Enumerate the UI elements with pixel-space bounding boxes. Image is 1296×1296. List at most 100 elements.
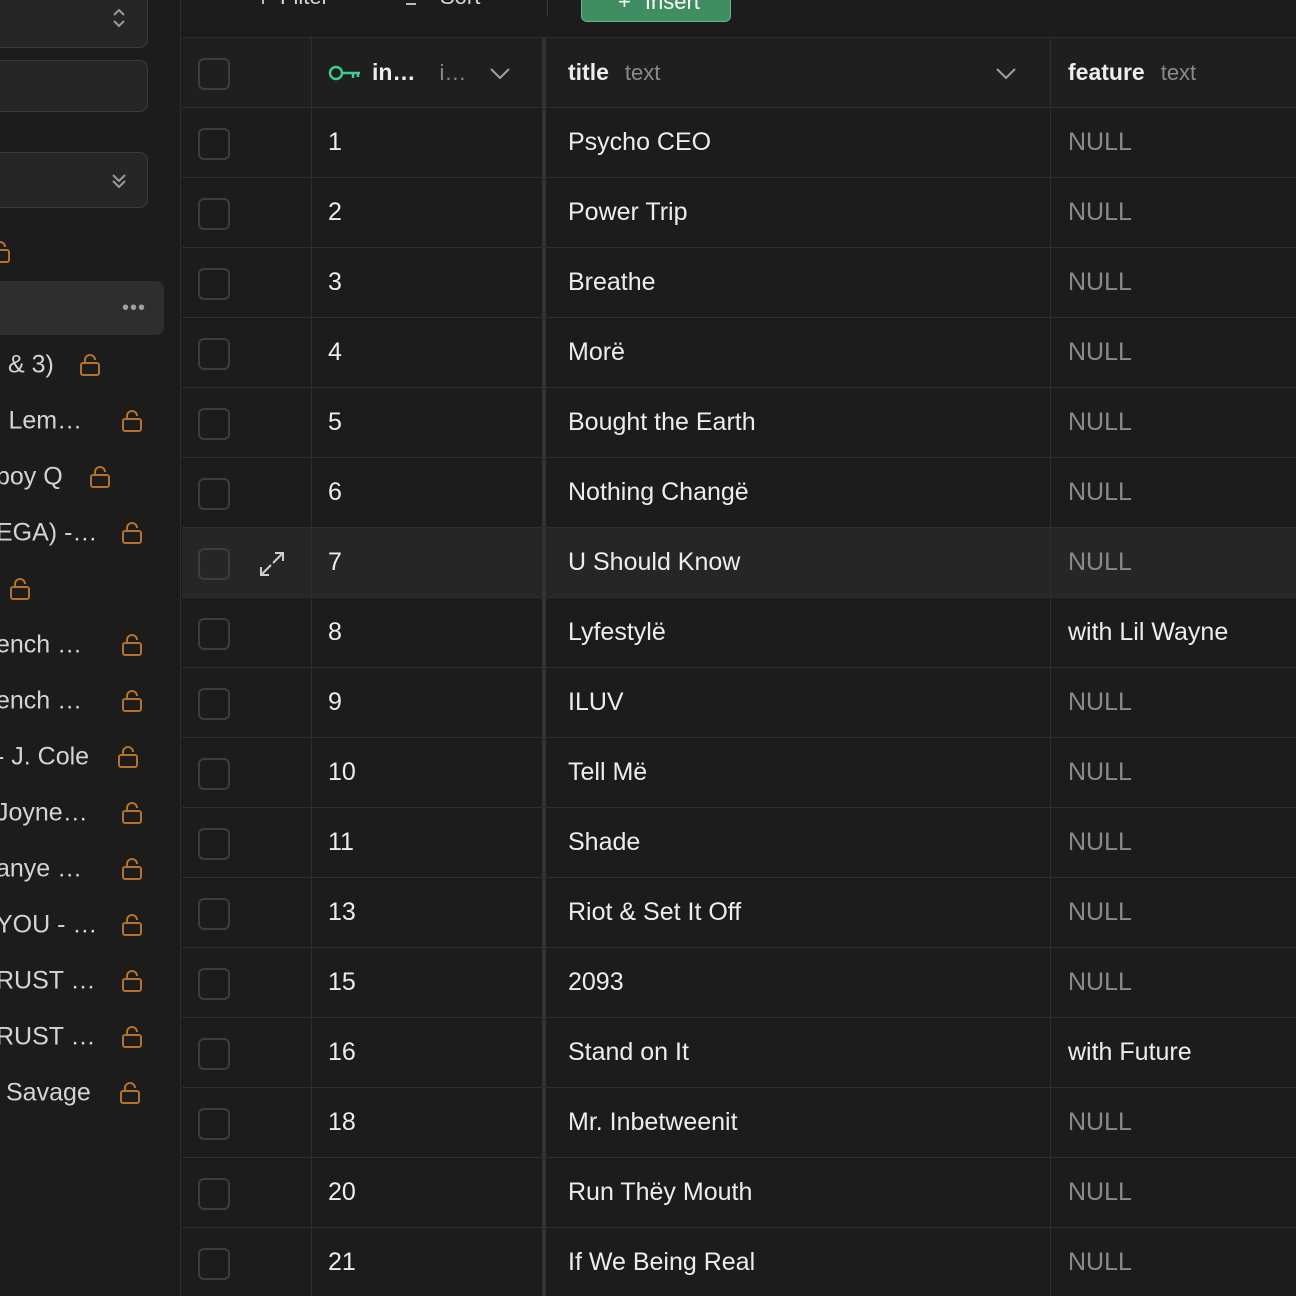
cell-id[interactable]: 9: [312, 668, 546, 737]
table-row[interactable]: 11 Shade NULL: [182, 808, 1296, 878]
column-header-title[interactable]: title text: [550, 38, 1051, 107]
cell-title[interactable]: Mr. Inbetweenit: [550, 1088, 1051, 1157]
row-checkbox[interactable]: [198, 548, 230, 580]
sidebar-item-active[interactable]: •••: [0, 281, 164, 335]
cell-feature[interactable]: NULL: [1051, 738, 1296, 807]
column-header-id[interactable]: in… i…: [312, 38, 546, 107]
cell-title[interactable]: Tell Më: [550, 738, 1051, 807]
cell-title[interactable]: Shade: [550, 808, 1051, 877]
cell-title[interactable]: Run Thëy Mouth: [550, 1158, 1051, 1227]
row-checkbox[interactable]: [198, 828, 230, 860]
table-row[interactable]: 5 Bought the Earth NULL: [182, 388, 1296, 458]
filter-button[interactable]: Filter: [252, 0, 329, 10]
cell-id[interactable]: 6: [312, 458, 546, 527]
cell-title[interactable]: 2093: [550, 948, 1051, 1017]
cell-title[interactable]: Nothing Changë: [550, 458, 1051, 527]
cell-id[interactable]: 4: [312, 318, 546, 387]
table-row[interactable]: 2 Power Trip NULL: [182, 178, 1296, 248]
table-row[interactable]: 18 Mr. Inbetweenit NULL: [182, 1088, 1296, 1158]
more-icon[interactable]: •••: [122, 298, 146, 318]
cell-id[interactable]: 10: [312, 738, 546, 807]
cell-title[interactable]: Power Trip: [550, 178, 1051, 247]
sidebar-table-item[interactable]: - J. Cole: [0, 737, 180, 777]
cell-title[interactable]: ILUV: [550, 668, 1051, 737]
cell-id[interactable]: 15: [312, 948, 546, 1017]
expand-icon[interactable]: [258, 550, 286, 578]
row-checkbox[interactable]: [198, 128, 230, 160]
table-row[interactable]: 3 Breathe NULL: [182, 248, 1296, 318]
cell-title[interactable]: Psycho CEO: [550, 108, 1051, 177]
table-row[interactable]: 4 Morë NULL: [182, 318, 1296, 388]
cell-feature[interactable]: NULL: [1051, 948, 1296, 1017]
cell-id[interactable]: 13: [312, 878, 546, 947]
sidebar-table-item[interactable]: YOU - …: [0, 905, 180, 945]
sidebar-table-item[interactable]: [0, 569, 180, 609]
table-row[interactable]: 21 If We Being Real NULL: [182, 1228, 1296, 1296]
table-row[interactable]: 10 Tell Më NULL: [182, 738, 1296, 808]
cell-title[interactable]: Breathe: [550, 248, 1051, 317]
cell-title[interactable]: Stand on It: [550, 1018, 1051, 1087]
sidebar-table-item[interactable]: ench …: [0, 625, 180, 665]
cell-id[interactable]: 2: [312, 178, 546, 247]
row-checkbox[interactable]: [198, 198, 230, 230]
cell-feature[interactable]: with Lil Wayne: [1051, 598, 1296, 667]
cell-title[interactable]: If We Being Real: [550, 1228, 1051, 1296]
table-row[interactable]: 13 Riot & Set It Off NULL: [182, 878, 1296, 948]
cell-id[interactable]: 16: [312, 1018, 546, 1087]
table-row[interactable]: 1 Psycho CEO NULL: [182, 108, 1296, 178]
table-row[interactable]: 15 2093 NULL: [182, 948, 1296, 1018]
row-checkbox[interactable]: [198, 1178, 230, 1210]
sidebar-table-item[interactable]: Joyne…: [0, 793, 180, 833]
sidebar-table-item[interactable]: RUST …: [0, 961, 180, 1001]
schema-select[interactable]: [0, 0, 148, 48]
table-row[interactable]: 9 ILUV NULL: [182, 668, 1296, 738]
cell-title[interactable]: Riot & Set It Off: [550, 878, 1051, 947]
cell-feature[interactable]: NULL: [1051, 1158, 1296, 1227]
cell-feature[interactable]: NULL: [1051, 528, 1296, 597]
row-checkbox[interactable]: [198, 268, 230, 300]
sidebar-table-item[interactable]: boy Q: [0, 457, 180, 497]
cell-feature[interactable]: with Future: [1051, 1018, 1296, 1087]
cell-id[interactable]: 11: [312, 808, 546, 877]
cell-id[interactable]: 5: [312, 388, 546, 457]
row-checkbox[interactable]: [198, 1108, 230, 1140]
cell-feature[interactable]: NULL: [1051, 878, 1296, 947]
row-checkbox[interactable]: [198, 1248, 230, 1280]
select-all-checkbox[interactable]: [198, 58, 230, 90]
chevron-down-icon[interactable]: [994, 61, 1018, 85]
cell-id[interactable]: 20: [312, 1158, 546, 1227]
cell-feature[interactable]: NULL: [1051, 668, 1296, 737]
cell-title[interactable]: Lyfestylë: [550, 598, 1051, 667]
cell-id[interactable]: 8: [312, 598, 546, 667]
row-checkbox[interactable]: [198, 338, 230, 370]
cell-feature[interactable]: NULL: [1051, 458, 1296, 527]
cell-id[interactable]: 18: [312, 1088, 546, 1157]
cell-id[interactable]: 1: [312, 108, 546, 177]
chevron-down-icon[interactable]: [488, 61, 512, 85]
cell-feature[interactable]: NULL: [1051, 248, 1296, 317]
row-checkbox[interactable]: [198, 1038, 230, 1070]
cell-feature[interactable]: NULL: [1051, 318, 1296, 387]
row-checkbox[interactable]: [198, 478, 230, 510]
cell-feature[interactable]: NULL: [1051, 808, 1296, 877]
insert-button[interactable]: + Insert: [581, 0, 731, 22]
table-row[interactable]: 20 Run Thëy Mouth NULL: [182, 1158, 1296, 1228]
cell-title[interactable]: Morë: [550, 318, 1051, 387]
table-row[interactable]: 16 Stand on It with Future: [182, 1018, 1296, 1088]
cell-id[interactable]: 3: [312, 248, 546, 317]
row-checkbox[interactable]: [198, 898, 230, 930]
table-row[interactable]: 8 Lyfestylë with Lil Wayne: [182, 598, 1296, 668]
sidebar-table-item[interactable]: Savage: [0, 1073, 180, 1113]
sidebar-table-item[interactable]: RUST …: [0, 1017, 180, 1057]
sidebar-table-item[interactable]: ench …: [0, 681, 180, 721]
sidebar-table-item[interactable]: l Lem…: [0, 401, 180, 441]
cell-feature[interactable]: NULL: [1051, 1088, 1296, 1157]
column-header-feature[interactable]: feature text: [1051, 38, 1296, 107]
sort-button[interactable]: Sort: [404, 0, 480, 10]
cell-title[interactable]: U Should Know: [550, 528, 1051, 597]
view-select[interactable]: [0, 152, 148, 208]
row-checkbox[interactable]: [198, 408, 230, 440]
cell-feature[interactable]: NULL: [1051, 388, 1296, 457]
table-row[interactable]: 6 Nothing Changë NULL: [182, 458, 1296, 528]
sidebar-table-item[interactable]: & 3): [0, 345, 180, 385]
